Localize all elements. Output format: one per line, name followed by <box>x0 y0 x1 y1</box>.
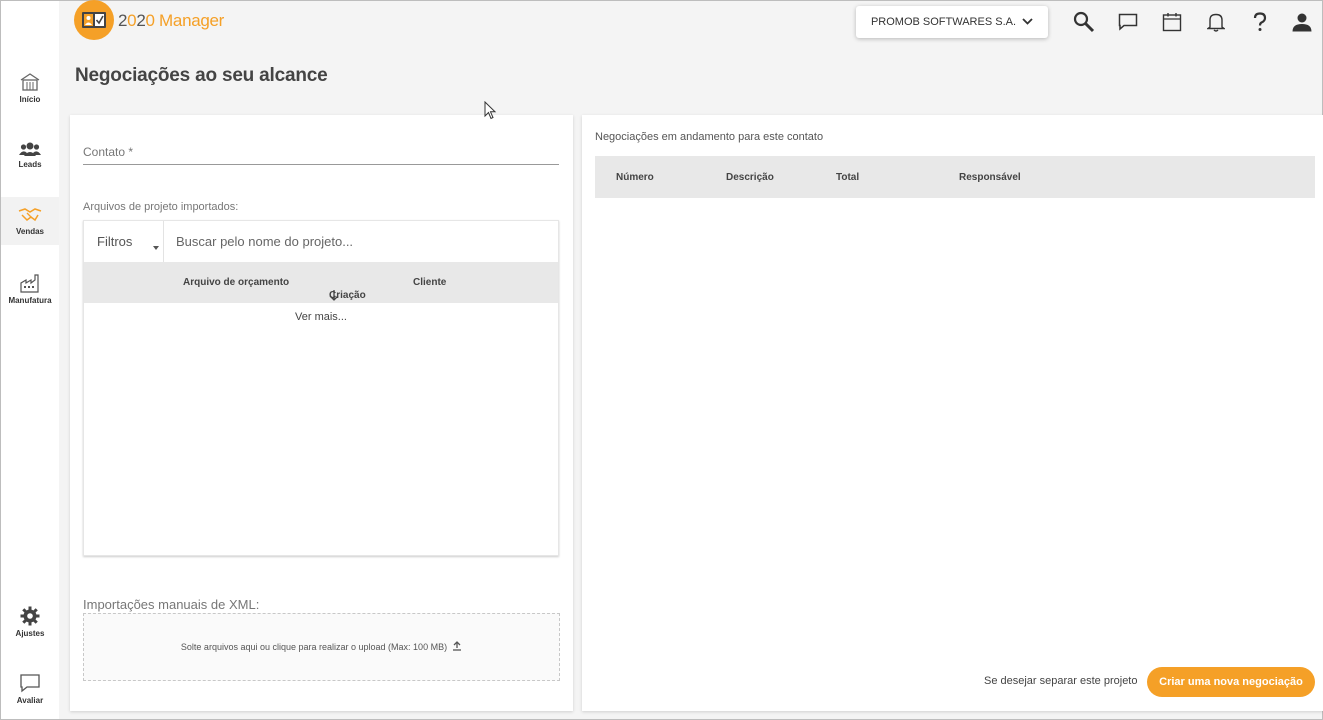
sidebar-item-leads[interactable]: Leads <box>1 131 59 179</box>
app-name: 2020 Manager <box>118 11 225 30</box>
ongoing-deals-label: Negociações em andamento para este conta… <box>595 131 824 143</box>
sort-arrow-down-icon <box>329 290 339 304</box>
column-header-number[interactable]: Número <box>616 172 654 183</box>
new-deal-form-card: Contato * Arquivos de projeto importados… <box>70 115 573 711</box>
chevron-down-icon <box>1022 16 1033 28</box>
sidebar-item-vendas[interactable]: Vendas <box>1 197 59 245</box>
column-header-responsible[interactable]: Responsável <box>959 172 1021 183</box>
create-new-deal-button[interactable]: Criar uma nova negociação <box>1147 667 1315 697</box>
project-search-input[interactable] <box>165 221 558 262</box>
people-icon <box>19 141 41 157</box>
filter-dropdown[interactable]: Filtros <box>84 221 164 262</box>
user-icon[interactable] <box>1291 11 1313 33</box>
chat-bubble-icon <box>19 673 41 693</box>
sidebar-item-label: Ajustes <box>15 629 45 638</box>
files-table-header: Arquivo de orçamento Criação Cliente <box>84 262 558 303</box>
contact-field[interactable] <box>83 164 559 165</box>
column-header-description[interactable]: Descrição <box>726 172 774 183</box>
logo-badge-icon <box>74 0 114 40</box>
load-more-link[interactable]: Ver mais... <box>84 311 558 323</box>
caret-down-icon <box>153 246 159 250</box>
factory-icon <box>19 273 41 293</box>
upload-icon <box>452 641 462 653</box>
sidebar-item-ajustes[interactable]: Ajustes <box>1 598 59 646</box>
deals-table-header: Número Descrição Total Responsável <box>595 156 1315 198</box>
sidebar-item-label: Leads <box>18 160 42 169</box>
app-logo[interactable]: 2020 Manager <box>74 0 225 41</box>
column-header-client[interactable]: Cliente <box>413 277 446 288</box>
sidebar-item-label: Manufatura <box>8 296 52 305</box>
sidebar-item-label: Início <box>19 95 41 104</box>
xml-import-label: Importações manuais de XML: <box>83 597 260 612</box>
calendar-icon[interactable] <box>1161 11 1183 33</box>
handshake-icon <box>18 206 42 224</box>
company-name: PROMOB SOFTWARES S.A. <box>870 16 1017 28</box>
ongoing-deals-card: Negociações em andamento para este conta… <box>582 115 1323 711</box>
bell-icon[interactable] <box>1205 11 1227 33</box>
page-title: Negociações ao seu alcance <box>75 65 328 86</box>
search-icon[interactable] <box>1073 11 1095 33</box>
sidebar-item-manufatura[interactable]: Manufatura <box>1 265 59 313</box>
column-header-total[interactable]: Total <box>836 172 859 183</box>
contact-field-label: Contato * <box>83 145 134 159</box>
sidebar-item-label: Vendas <box>15 227 44 236</box>
separate-project-hint: Se desejar separar este projeto <box>984 675 1138 687</box>
sidebar-item-avaliar[interactable]: Avaliar <box>1 665 59 713</box>
company-select[interactable]: PROMOB SOFTWARES S.A. <box>856 6 1048 38</box>
gear-icon <box>20 606 40 626</box>
mouse-cursor-icon <box>484 100 498 126</box>
dropzone-text: Solte arquivos aqui ou clique para reali… <box>180 642 448 652</box>
xml-upload-dropzone[interactable]: Solte arquivos aqui ou clique para reali… <box>83 613 560 681</box>
help-icon[interactable] <box>1249 11 1271 33</box>
imported-files-panel: Filtros Arquivo de orçamento Criação Cli… <box>83 220 559 556</box>
sidebar: Início Leads Vendas Manufatura Ajustes A… <box>1 1 59 719</box>
sidebar-item-label: Avaliar <box>16 696 44 705</box>
filter-label: Filtros <box>97 234 133 249</box>
imported-files-label: Arquivos de projeto importados: <box>83 201 239 213</box>
sidebar-item-inicio[interactable]: Início <box>1 64 59 112</box>
message-icon[interactable] <box>1117 11 1139 33</box>
home-icon <box>19 72 41 92</box>
column-header-budget-file[interactable]: Arquivo de orçamento <box>183 277 289 288</box>
